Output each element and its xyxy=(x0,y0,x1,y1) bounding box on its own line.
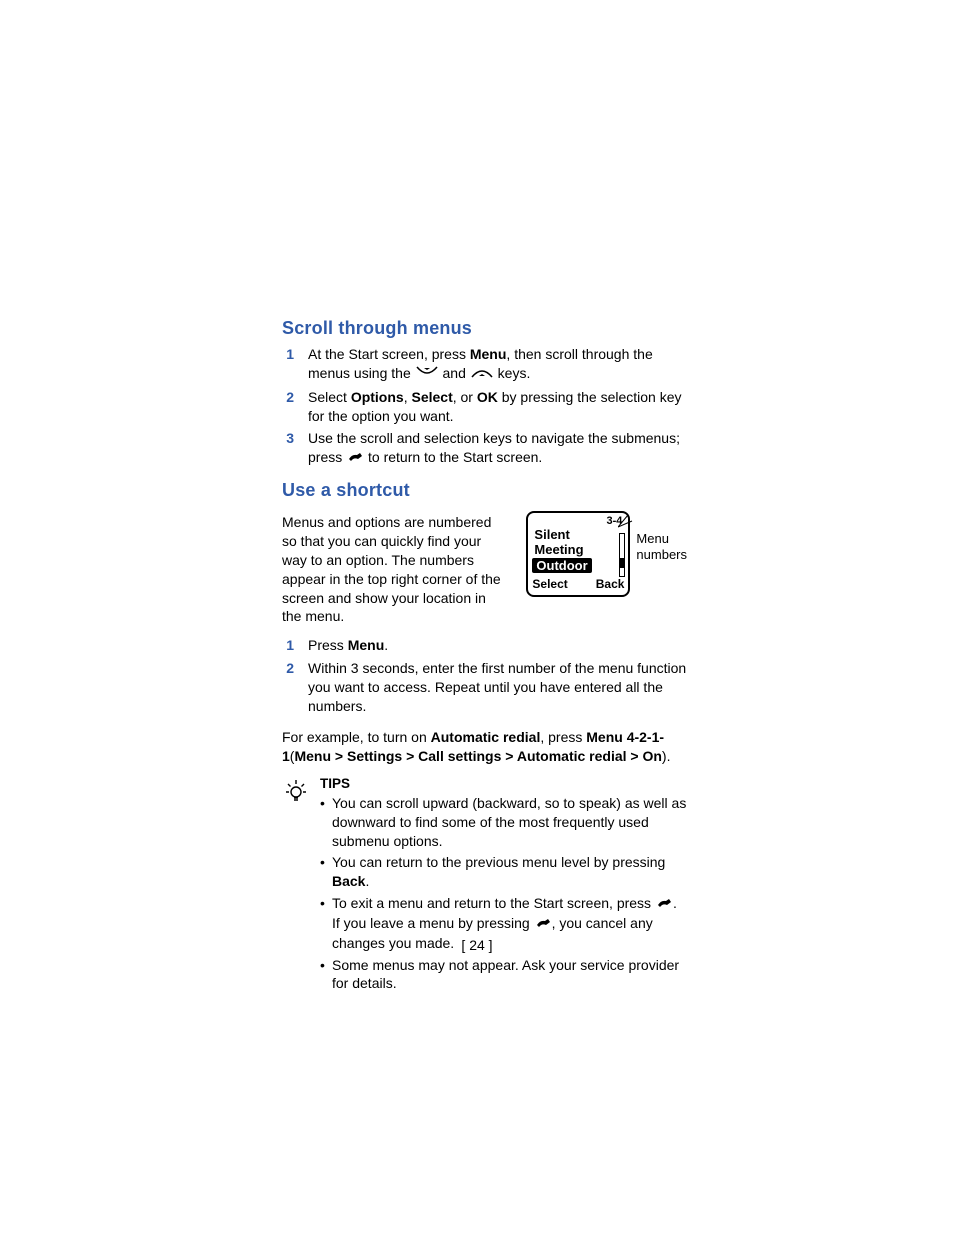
tip-1: • You can scroll upward (backward, so to… xyxy=(320,794,687,851)
step-body: Use the scroll and selection keys to nav… xyxy=(308,429,687,468)
end-key-icon xyxy=(534,915,552,934)
step-body: Press Menu. xyxy=(308,636,687,655)
phone-illustration: 3-4 Silent Meeting Outdoor Select Back M… xyxy=(526,507,687,597)
step-body: Within 3 seconds, enter the first number… xyxy=(308,659,687,716)
profile-row-silent: Silent xyxy=(532,527,624,542)
up-scroll-key-icon xyxy=(470,365,494,384)
tip-2: • You can return to the previous menu le… xyxy=(320,853,687,891)
shortcut-step-1: 1 Press Menu. xyxy=(282,636,687,655)
profile-row-outdoor-selected: Outdoor xyxy=(532,558,591,573)
page-number: [ 24 ] xyxy=(0,937,954,953)
softkeys: Select Back xyxy=(532,577,624,591)
step-number: 1 xyxy=(282,636,294,655)
step-number: 2 xyxy=(282,388,294,426)
end-key-icon xyxy=(346,449,364,468)
softkey-right: Back xyxy=(596,577,625,591)
steps-shortcut: 1 Press Menu. 2 Within 3 seconds, enter … xyxy=(282,636,687,716)
tips-title: TIPS xyxy=(320,776,687,791)
profile-row-meeting: Meeting xyxy=(532,542,624,557)
step-body: Select Options, Select, or OK by pressin… xyxy=(308,388,687,426)
heading-use-a-shortcut: Use a shortcut xyxy=(282,480,687,501)
heading-scroll-through-menus: Scroll through menus xyxy=(282,318,687,339)
phone-scrollbar xyxy=(619,533,625,577)
phone-screen: 3-4 Silent Meeting Outdoor Select Back xyxy=(526,511,630,597)
step-number: 1 xyxy=(282,345,294,384)
softkey-left: Select xyxy=(532,577,567,591)
lightbulb-icon xyxy=(282,776,310,997)
shortcut-example: For example, to turn on Automatic redial… xyxy=(282,728,687,766)
callout-menu-numbers: Menu numbers xyxy=(636,511,687,562)
end-key-icon xyxy=(655,895,673,914)
step-2: 2 Select Options, Select, or OK by press… xyxy=(282,388,687,426)
step-1: 1 At the Start screen, press Menu, then … xyxy=(282,345,687,384)
shortcut-intro-text: Menus and options are numbered so that y… xyxy=(282,513,502,626)
step-body: At the Start screen, press Menu, then sc… xyxy=(308,345,687,384)
menu-number-indicator: 3-4 xyxy=(532,515,622,527)
shortcut-step-2: 2 Within 3 seconds, enter the first numb… xyxy=(282,659,687,716)
manual-page: Scroll through menus 1 At the Start scre… xyxy=(0,0,954,1235)
tips-content: TIPS • You can scroll upward (backward, … xyxy=(320,776,687,997)
shortcut-intro-row: Menus and options are numbered so that y… xyxy=(282,507,687,632)
step-number: 3 xyxy=(282,429,294,468)
down-scroll-key-icon xyxy=(415,365,439,384)
tip-4: • Some menus may not appear. Ask your se… xyxy=(320,956,687,994)
step-3: 3 Use the scroll and selection keys to n… xyxy=(282,429,687,468)
tips-block: TIPS • You can scroll upward (backward, … xyxy=(282,776,687,997)
step-number: 2 xyxy=(282,659,294,716)
steps-scroll: 1 At the Start screen, press Menu, then … xyxy=(282,345,687,468)
